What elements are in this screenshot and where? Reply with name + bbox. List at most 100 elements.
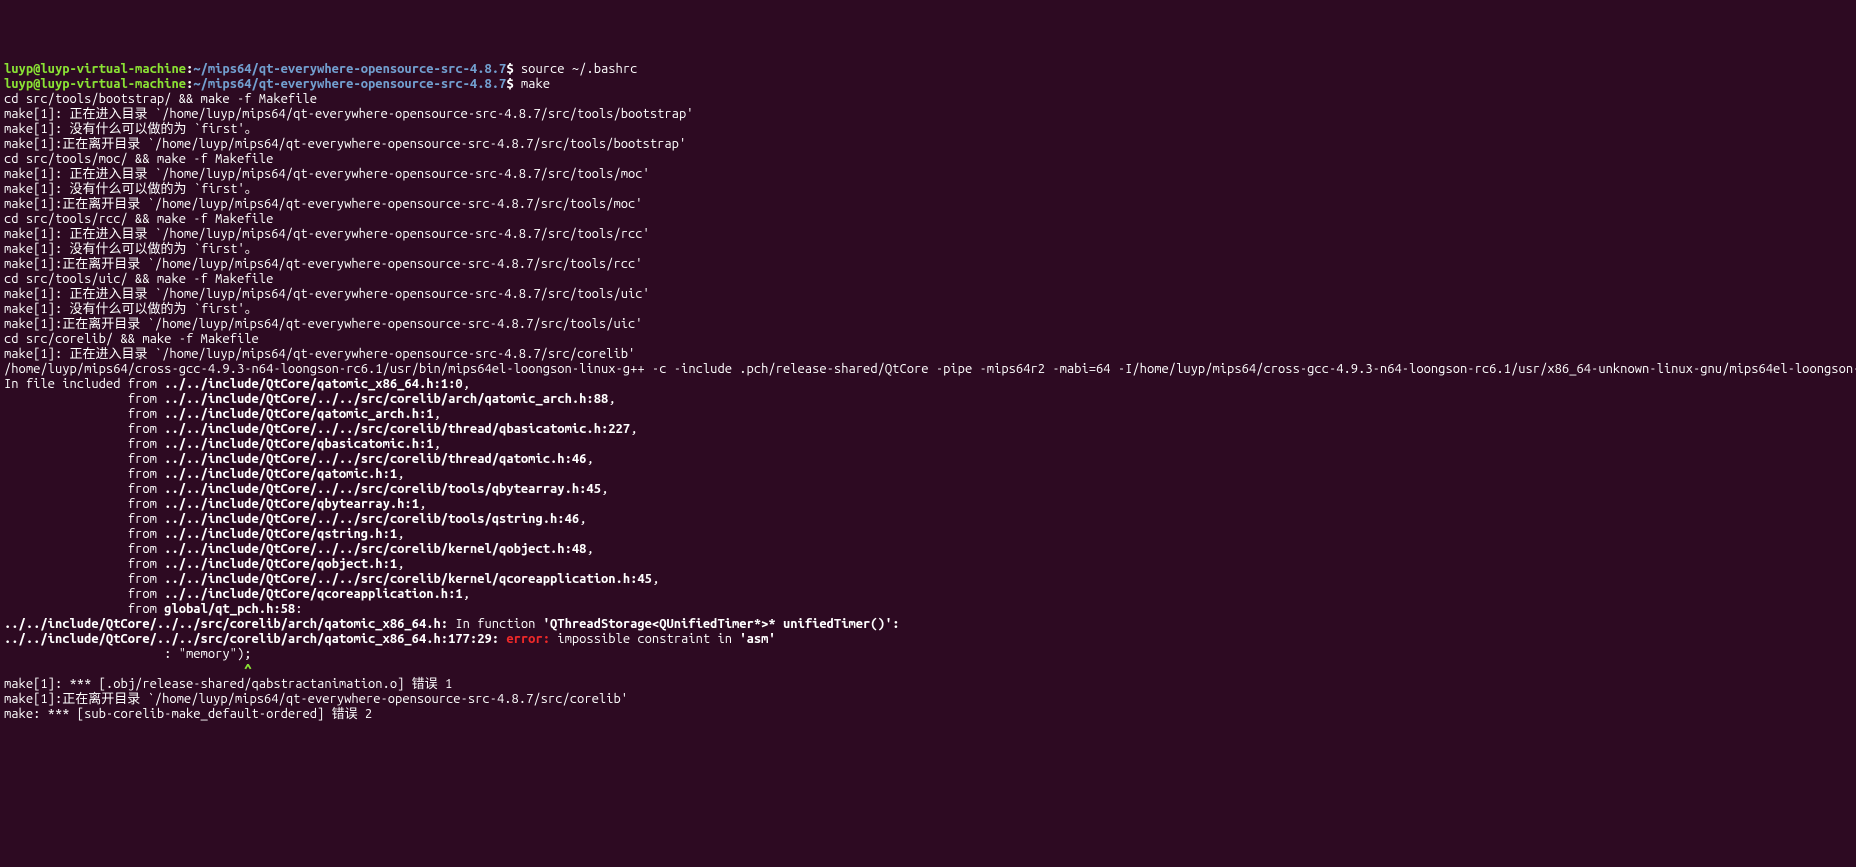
in-function-line: ../../include/QtCore/../../src/corelib/a…	[4, 617, 1852, 632]
include-path: ../../include/QtCore/qbytearray.h:1	[164, 497, 419, 511]
make-leave-line: make[1]:正在离开目录 `/home/luyp/mips64/qt-eve…	[4, 692, 1852, 707]
include-trace-line: from ../../include/QtCore/../../src/core…	[4, 482, 1852, 497]
output-line: make[1]: 正在进入目录 `/home/luyp/mips64/qt-ev…	[4, 347, 1852, 362]
output-line: cd src/tools/moc/ && make -f Makefile	[4, 152, 1852, 167]
error-line: ../../include/QtCore/../../src/corelib/a…	[4, 632, 1852, 647]
include-comma: ,	[579, 512, 586, 526]
prompt-sep2: $	[506, 77, 521, 91]
include-path: ../../include/QtCore/../../src/corelib/k…	[164, 572, 652, 586]
code-snippet: : "memory");	[4, 647, 1852, 662]
include-trace-line: from global/qt_pch.h:58:	[4, 602, 1852, 617]
error-location: ../../include/QtCore/../../src/corelib/a…	[4, 617, 448, 631]
include-path: ../../include/QtCore/../../src/corelib/a…	[164, 392, 608, 406]
include-from-text: from	[4, 602, 164, 616]
include-from-text: from	[4, 392, 164, 406]
include-comma: ,	[586, 542, 593, 556]
include-comma: ,	[463, 587, 470, 601]
include-comma: ,	[630, 422, 637, 436]
include-from-text: from	[4, 482, 164, 496]
include-from-text: from	[4, 437, 164, 451]
include-comma: ,	[608, 392, 615, 406]
include-comma: ,	[397, 527, 404, 541]
output-line: cd src/tools/rcc/ && make -f Makefile	[4, 212, 1852, 227]
include-path: ../../include/QtCore/qatomic_x86_64.h:1:…	[164, 377, 462, 391]
output-line: make[1]:正在离开目录 `/home/luyp/mips64/qt-eve…	[4, 317, 1852, 332]
include-path: ../../include/QtCore/qstring.h:1	[164, 527, 397, 541]
prompt-path: ~/mips64/qt-everywhere-opensource-src-4.…	[193, 62, 506, 76]
output-line: make[1]: 没有什么可以做的为 `first'。	[4, 302, 1852, 317]
error-asm: 'asm'	[739, 632, 775, 646]
include-comma: ,	[652, 572, 659, 586]
include-from-text: In file included from	[4, 377, 164, 391]
include-path: ../../include/QtCore/../../src/corelib/k…	[164, 542, 586, 556]
include-trace-line: from ../../include/QtCore/qstring.h:1,	[4, 527, 1852, 542]
output-line: make[1]: 正在进入目录 `/home/luyp/mips64/qt-ev…	[4, 227, 1852, 242]
include-from-text: from	[4, 407, 164, 421]
include-path: ../../include/QtCore/../../src/corelib/t…	[164, 422, 630, 436]
caret-indicator: ^	[4, 662, 1852, 677]
include-path: ../../include/QtCore/qatomic.h:1	[164, 467, 397, 481]
include-from-text: from	[4, 467, 164, 481]
include-trace-line: from ../../include/QtCore/../../src/core…	[4, 572, 1852, 587]
include-path: ../../include/QtCore/qcoreapplication.h:…	[164, 587, 462, 601]
include-comma: :	[295, 602, 302, 616]
command-2: make	[521, 77, 550, 91]
output-line: make[1]: 正在进入目录 `/home/luyp/mips64/qt-ev…	[4, 287, 1852, 302]
include-path: global/qt_pch.h:58	[164, 602, 295, 616]
include-path: ../../include/QtCore/qbasicatomic.h:1	[164, 437, 433, 451]
include-trace-line: from ../../include/QtCore/../../src/core…	[4, 422, 1852, 437]
include-trace-line: from ../../include/QtCore/../../src/core…	[4, 392, 1852, 407]
command-1: source ~/.bashrc	[521, 62, 637, 76]
include-path: ../../include/QtCore/../../src/corelib/t…	[164, 452, 586, 466]
prompt-user: luyp@luyp-virtual-machine	[4, 62, 186, 76]
include-from-text: from	[4, 497, 164, 511]
make-final-error: make: *** [sub-corelib-make_default-orde…	[4, 707, 1852, 722]
include-comma: ,	[434, 407, 441, 421]
output-line: make[1]: 没有什么可以做的为 `first'。	[4, 242, 1852, 257]
include-from-text: from	[4, 422, 164, 436]
include-trace-list: from ../../include/QtCore/../../src/core…	[4, 392, 1852, 617]
include-path: ../../include/QtCore/../../src/corelib/t…	[164, 482, 601, 496]
include-trace-line: from ../../include/QtCore/qcoreapplicati…	[4, 587, 1852, 602]
output-line: make[1]:正在离开目录 `/home/luyp/mips64/qt-eve…	[4, 137, 1852, 152]
include-path: ../../include/QtCore/qatomic_arch.h:1	[164, 407, 433, 421]
error-location: ../../include/QtCore/../../src/corelib/a…	[4, 632, 499, 646]
include-from-text: from	[4, 542, 164, 556]
output-line: make[1]: 正在进入目录 `/home/luyp/mips64/qt-ev…	[4, 167, 1852, 182]
include-comma: ,	[434, 437, 441, 451]
error-message: impossible constraint in	[557, 632, 739, 646]
output-line: make[1]: 没有什么可以做的为 `first'。	[4, 122, 1852, 137]
include-comma: ,	[397, 557, 404, 571]
include-trace-line: from ../../include/QtCore/qobject.h:1,	[4, 557, 1852, 572]
prompt-line-2: luyp@luyp-virtual-machine:~/mips64/qt-ev…	[4, 77, 1852, 92]
include-from-text: from	[4, 527, 164, 541]
include-comma: ,	[463, 377, 470, 391]
output-line: make[1]: 没有什么可以做的为 `first'。	[4, 182, 1852, 197]
output-line: cd src/tools/uic/ && make -f Makefile	[4, 272, 1852, 287]
include-trace-line: from ../../include/QtCore/../../src/core…	[4, 512, 1852, 527]
output-line: cd src/corelib/ && make -f Makefile	[4, 332, 1852, 347]
prompt-line-1: luyp@luyp-virtual-machine:~/mips64/qt-ev…	[4, 62, 1852, 77]
output-line: cd src/tools/bootstrap/ && make -f Makef…	[4, 92, 1852, 107]
include-trace-line: from ../../include/QtCore/qbasicatomic.h…	[4, 437, 1852, 452]
output-line: make[1]: 正在进入目录 `/home/luyp/mips64/qt-ev…	[4, 107, 1852, 122]
include-trace-line: from ../../include/QtCore/qatomic.h:1,	[4, 467, 1852, 482]
include-from-text: from	[4, 512, 164, 526]
include-from-text: from	[4, 452, 164, 466]
include-trace-line: from ../../include/QtCore/qatomic_arch.h…	[4, 407, 1852, 422]
include-comma: ,	[419, 497, 426, 511]
include-trace-line: from ../../include/QtCore/qbytearray.h:1…	[4, 497, 1852, 512]
prompt-user: luyp@luyp-virtual-machine	[4, 77, 186, 91]
prompt-sep2: $	[506, 62, 521, 76]
include-comma: ,	[586, 452, 593, 466]
include-trace-line: from ../../include/QtCore/../../src/core…	[4, 542, 1852, 557]
include-from-text: from	[4, 572, 164, 586]
include-comma: ,	[601, 482, 608, 496]
terminal-output[interactable]: luyp@luyp-virtual-machine: ~/mips64/qt-ev…	[4, 62, 1852, 722]
function-signature: 'QThreadStorage<QUnifiedTimer*>* unified…	[543, 617, 892, 631]
include-from-text: from	[4, 587, 164, 601]
prompt-path: ~/mips64/qt-everywhere-opensource-src-4.…	[193, 77, 506, 91]
compile-line: /home/luyp/mips64/cross-gcc-4.9.3-n64-lo…	[4, 362, 1852, 377]
output-line: make[1]:正在离开目录 `/home/luyp/mips64/qt-eve…	[4, 257, 1852, 272]
output-line: make[1]:正在离开目录 `/home/luyp/mips64/qt-eve…	[4, 197, 1852, 212]
